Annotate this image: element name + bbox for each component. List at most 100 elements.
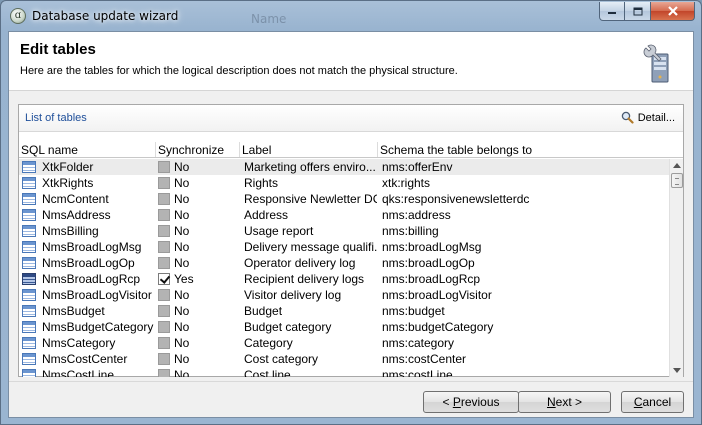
table-icon: [22, 257, 36, 269]
synchronize-checkbox[interactable]: [158, 257, 170, 269]
column-divider[interactable]: [239, 142, 240, 157]
table-row[interactable]: NmsBroadLogVisitor No Visitor delivery l…: [19, 287, 669, 303]
synchronize-checkbox[interactable]: [158, 289, 170, 301]
schema-cell: nms:broadLogOp: [382, 256, 475, 270]
table-row[interactable]: NcmContent No Responsive Newletter DC qk…: [19, 191, 669, 207]
table-row[interactable]: NmsCategory No Category nms:category: [19, 335, 669, 351]
table-rows: XtkFolder No Marketing offers enviro... …: [19, 159, 669, 377]
sql-name-cell: NmsCategory: [42, 336, 116, 350]
synchronize-checkbox[interactable]: [158, 369, 170, 377]
server-wrench-icon: [643, 44, 669, 83]
table-row[interactable]: NmsBroadLogMsg No Delivery message quali…: [19, 239, 669, 255]
scrollbar-thumb[interactable]: [671, 173, 683, 188]
wizard-footer: < Previous Next > Cancel: [9, 381, 693, 417]
schema-cell: nms:offerEnv: [382, 160, 453, 174]
schema-cell: nms:budget: [382, 304, 445, 318]
scroll-up-arrow-icon[interactable]: [673, 163, 681, 168]
table-row[interactable]: NmsBroadLogRcp Yes Recipient delivery lo…: [19, 271, 669, 287]
schema-cell: qks:responsivenewsletterdc: [382, 192, 530, 206]
title-bar[interactable]: ɑ Database update wizard Name: [1, 1, 701, 31]
synchronize-cell: Yes: [174, 272, 194, 286]
table-row[interactable]: NmsCostLine No Cost line nms:costLine: [19, 367, 669, 377]
table-icon: [22, 337, 36, 349]
synchronize-checkbox[interactable]: [158, 273, 170, 285]
wizard-window: ɑ Database update wizard Name Edit table…: [0, 0, 702, 425]
column-header-schema[interactable]: Schema the table belongs to: [380, 143, 532, 157]
synchronize-cell: No: [174, 176, 190, 190]
sql-name-cell: NmsCostLine: [42, 368, 115, 377]
table-row[interactable]: XtkFolder No Marketing offers enviro... …: [19, 159, 669, 175]
sql-name-cell: NmsBroadLogMsg: [42, 240, 142, 254]
synchronize-checkbox[interactable]: [158, 177, 170, 189]
table-row[interactable]: NmsBudgetCategory No Budget category nms…: [19, 319, 669, 335]
table-icon: [22, 161, 36, 173]
synchronize-cell: No: [174, 160, 190, 174]
table-icon: [22, 177, 36, 189]
schema-cell: nms:broadLogRcp: [382, 272, 481, 286]
synchronize-checkbox[interactable]: [158, 161, 170, 173]
column-divider[interactable]: [155, 142, 156, 157]
schema-cell: nms:costLine: [382, 368, 453, 377]
minimize-icon: [608, 12, 616, 14]
synchronize-cell: No: [174, 208, 190, 222]
table-row[interactable]: NmsAddress No Address nms:address: [19, 207, 669, 223]
schema-cell: xtk:rights: [382, 176, 431, 190]
label-cell: Visitor delivery log: [244, 288, 342, 302]
wizard-client-area: Edit tables Here are the tables for whic…: [8, 31, 694, 418]
synchronize-checkbox[interactable]: [158, 353, 170, 365]
detail-label: Detail...: [637, 111, 675, 124]
table-icon: [22, 353, 36, 365]
sql-name-cell: XtkFolder: [42, 160, 94, 174]
label-cell: Cost line: [244, 368, 291, 377]
label-cell: Cost category: [244, 352, 319, 366]
sql-name-cell: NmsBilling: [42, 224, 99, 238]
vertical-scrollbar[interactable]: [669, 159, 683, 377]
cancel-button[interactable]: Cancel: [621, 391, 684, 413]
column-divider[interactable]: [377, 142, 378, 157]
synchronize-checkbox[interactable]: [158, 305, 170, 317]
schema-cell: nms:address: [382, 208, 451, 222]
table-icon: [22, 289, 36, 301]
minimize-button[interactable]: [599, 2, 625, 21]
table-row[interactable]: NmsCostCenter No Cost category nms:costC…: [19, 351, 669, 367]
window-title: Database update wizard: [32, 9, 179, 23]
detail-button[interactable]: Detail...: [621, 111, 675, 124]
column-header-label[interactable]: Label: [242, 143, 271, 157]
schema-cell: nms:budgetCategory: [382, 320, 494, 334]
synchronize-checkbox[interactable]: [158, 321, 170, 333]
next-button[interactable]: Next >: [518, 391, 611, 413]
background-window-text: Name: [251, 12, 287, 26]
previous-button[interactable]: < Previous: [423, 391, 519, 413]
schema-cell: nms:broadLogVisitor: [382, 288, 492, 302]
sql-name-cell: NmsCostCenter: [42, 352, 128, 366]
synchronize-cell: No: [174, 368, 190, 377]
synchronize-checkbox[interactable]: [158, 225, 170, 237]
maximize-button[interactable]: [625, 2, 651, 21]
synchronize-cell: No: [174, 304, 190, 318]
synchronize-checkbox[interactable]: [158, 209, 170, 221]
table-icon: [22, 225, 36, 237]
synchronize-checkbox[interactable]: [158, 337, 170, 349]
table-row[interactable]: XtkRights No Rights xtk:rights: [19, 175, 669, 191]
scroll-down-arrow-icon[interactable]: [673, 368, 681, 373]
label-cell: Responsive Newletter DC: [244, 192, 377, 206]
synchronize-cell: No: [174, 336, 190, 350]
magnifier-icon: [621, 111, 634, 124]
sql-name-cell: NmsBudgetCategory: [42, 320, 154, 334]
column-header-synchronize[interactable]: Synchronize: [158, 143, 224, 157]
sql-name-cell: NmsBroadLogRcp: [42, 272, 141, 286]
synchronize-checkbox[interactable]: [158, 241, 170, 253]
table-icon: [22, 241, 36, 253]
synchronize-checkbox[interactable]: [158, 193, 170, 205]
table-row[interactable]: NmsBroadLogOp No Operator delivery log n…: [19, 255, 669, 271]
synchronize-cell: No: [174, 320, 190, 334]
sql-name-cell: NmsBudget: [42, 304, 105, 318]
table-icon: [22, 193, 36, 205]
table-row[interactable]: NmsBudget No Budget nms:budget: [19, 303, 669, 319]
sql-name-cell: XtkRights: [42, 176, 94, 190]
close-button[interactable]: [651, 2, 695, 21]
label-cell: Address: [244, 208, 289, 222]
table-row[interactable]: NmsBilling No Usage report nms:billing: [19, 223, 669, 239]
tables-grid: SQL name Synchronize Label Schema the ta…: [19, 142, 683, 377]
column-header-sql-name[interactable]: SQL name: [21, 143, 78, 157]
